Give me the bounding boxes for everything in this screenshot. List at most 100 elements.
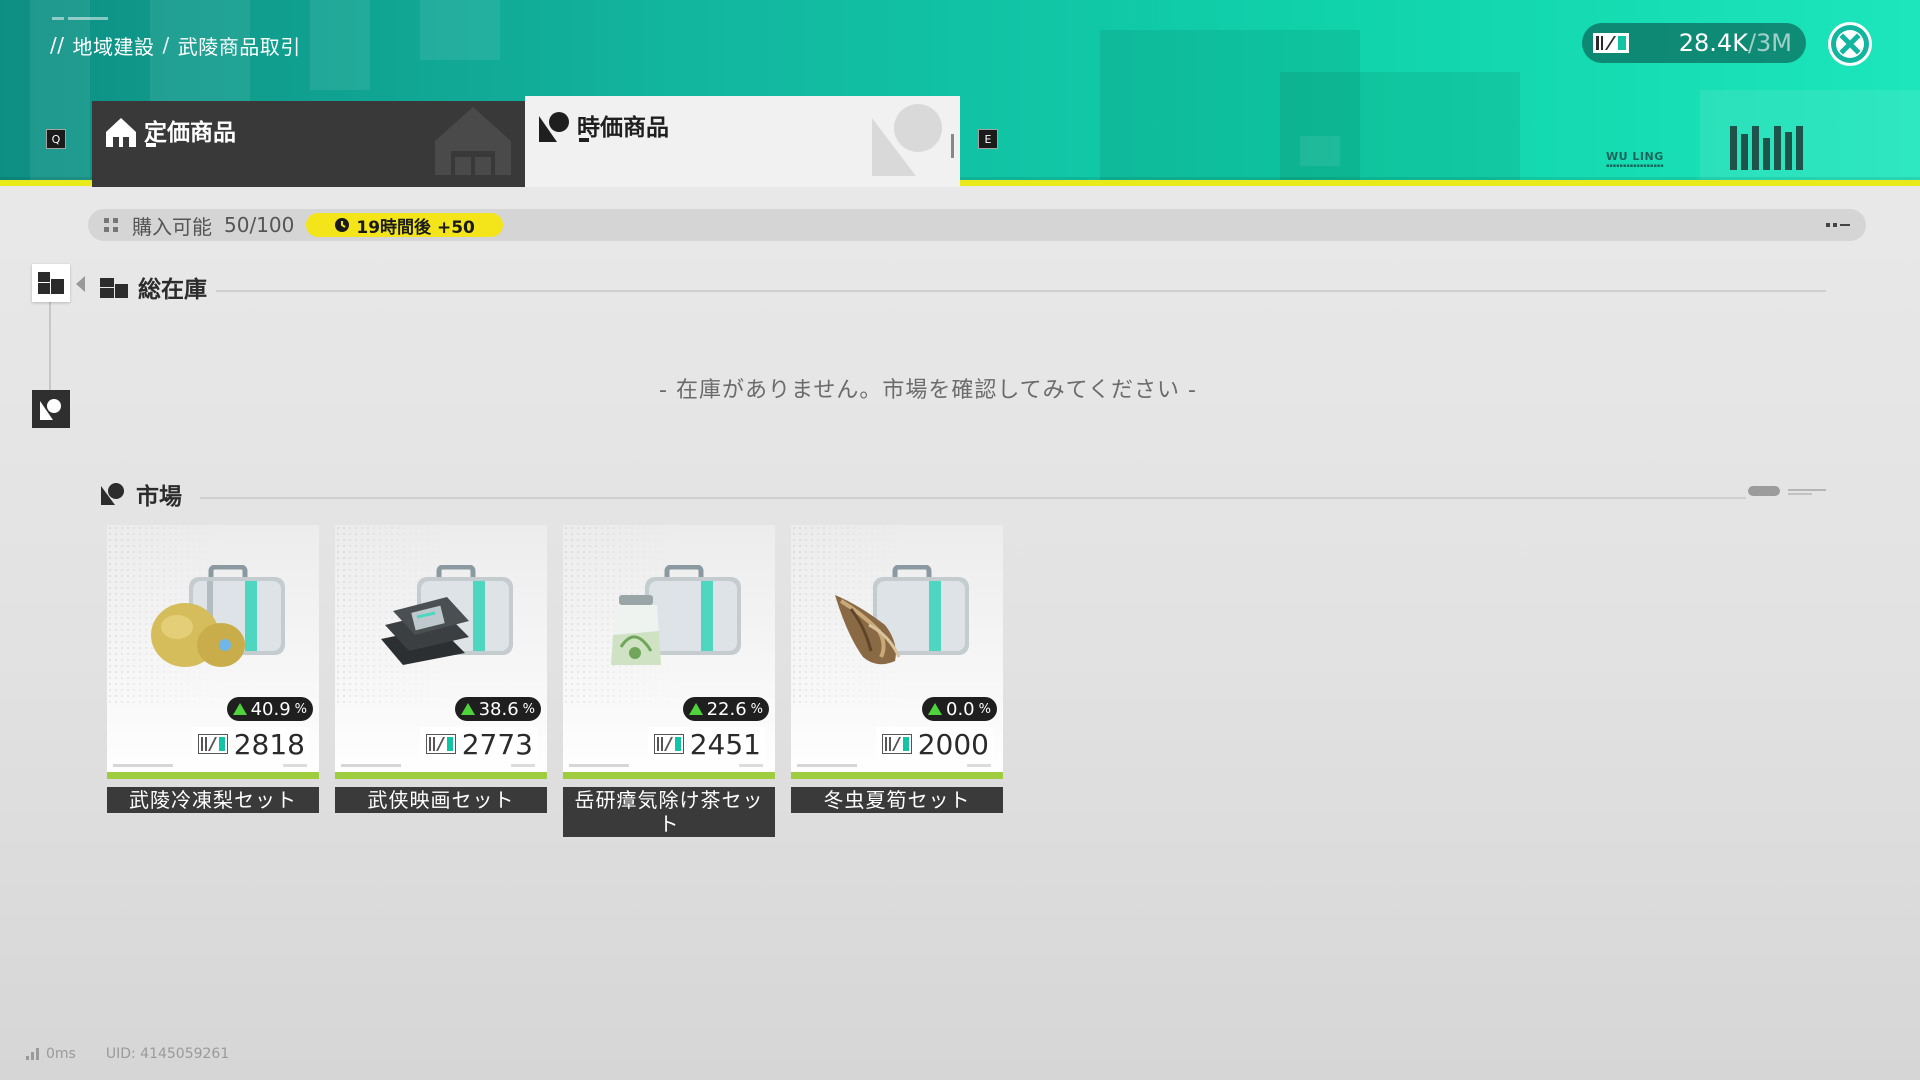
banner-deco: [1280, 72, 1520, 186]
trend-percent: %: [750, 701, 763, 717]
market-title: 市場: [136, 484, 182, 510]
game-logo-mini: [52, 14, 122, 26]
trend-up-icon: [688, 703, 703, 715]
breadcrumb: // 地域建設 / 武陵商品取引: [50, 30, 301, 60]
market-item-card[interactable]: 38.6% 2773: [335, 525, 547, 779]
film-case-icon: [381, 565, 513, 665]
trend-value: 0.0: [946, 698, 975, 720]
pear-case-icon: [151, 565, 285, 667]
trend-percent: %: [978, 701, 991, 717]
card-fine-print: [511, 764, 535, 767]
market-item-card[interactable]: 40.9% 2818: [107, 525, 319, 779]
ticket-icon: [1593, 33, 1629, 53]
restock-timer-badge: 19時間後 +50: [306, 213, 503, 238]
market-item-card[interactable]: 0.0% 2000: [791, 525, 1003, 779]
card-fine-print: [113, 764, 173, 767]
banner-deco: [1300, 136, 1340, 166]
item-name[interactable]: 武陵冷凍梨セット: [107, 787, 319, 813]
currency-amount: 28.4K: [1678, 29, 1748, 57]
price-display: 2000: [875, 727, 993, 761]
tab-market-label: 時価商品: [577, 115, 669, 141]
currency-max: /3M: [1747, 29, 1792, 57]
price-display: 2451: [647, 727, 765, 761]
trend-value: 22.6: [706, 698, 747, 720]
bamboo-case-icon: [835, 565, 969, 665]
close-button[interactable]: [1828, 22, 1872, 66]
side-nav-arrow-icon: [76, 276, 85, 292]
restock-timer-text: 19時間後 +50: [356, 217, 475, 238]
trend-percent: %: [294, 701, 307, 717]
card-rarity-bar: [107, 772, 319, 779]
market-deco-icon: [1748, 486, 1826, 496]
brand-mark: WU LING ▪▪▪▪▪▪▪▪▪▪▪▪▪▪▪▪▪: [1606, 150, 1664, 169]
breadcrumb-separator: /: [162, 33, 170, 57]
footer-status: 0ms UID: 4145059261: [26, 1046, 229, 1062]
trend-up-icon: [232, 703, 247, 715]
item-name[interactable]: 武侠映画セット: [335, 787, 547, 813]
inventory-section-header: 総在庫: [100, 270, 207, 304]
clock-icon: [335, 218, 350, 232]
ping-value: 0ms: [46, 1046, 76, 1062]
tab-market-bar: [951, 134, 954, 158]
price-trend-badge: 38.6%: [454, 697, 541, 721]
close-icon: [1831, 25, 1869, 63]
brand-text: WU LING: [1606, 150, 1664, 163]
card-fine-print: [283, 764, 307, 767]
card-fine-print: [569, 764, 629, 767]
card-fine-print: [341, 764, 401, 767]
market-item-card[interactable]: 22.6% 2451: [563, 525, 775, 779]
purchase-label: 購入可能: [132, 214, 212, 239]
card-rarity-bar: [335, 772, 547, 779]
user-uid: UID: 4145059261: [105, 1046, 230, 1062]
price-display: 2818: [191, 727, 309, 761]
card-rarity-bar: [791, 772, 1003, 779]
inventory-empty-message: - 在庫がありません。市場を確認してみてください -: [659, 378, 1197, 403]
trend-up-icon: [460, 703, 475, 715]
brand-bars-icon: [1730, 126, 1803, 170]
card-fine-print: [967, 764, 991, 767]
banner-deco: [420, 0, 500, 60]
item-price: 2818: [233, 727, 305, 761]
house-watermark-icon: [435, 107, 511, 175]
market-section-header: 市場: [100, 477, 182, 511]
item-name[interactable]: 冬虫夏筍セット: [791, 787, 1003, 813]
item-price: 2773: [461, 727, 533, 761]
currency-display[interactable]: 28.4K/3M: [1582, 23, 1806, 63]
item-price: 2451: [689, 727, 761, 761]
market-icon: [539, 112, 569, 142]
side-nav-inventory[interactable]: [32, 264, 70, 302]
market-icon: [101, 483, 124, 505]
tab-fixed-price-goods[interactable]: 定価商品: [92, 101, 525, 187]
banner-deco: [30, 0, 90, 180]
trend-up-icon: [928, 703, 942, 715]
grid-icon: [104, 218, 118, 232]
more-icon[interactable]: [1826, 222, 1850, 228]
trend-value: 38.6: [478, 698, 519, 720]
tab-market-dash: [579, 138, 589, 142]
price-trend-badge: 0.0%: [922, 697, 997, 721]
market-watermark-icon: [872, 104, 942, 176]
card-fine-print: [739, 764, 763, 767]
inventory-title: 総在庫: [138, 277, 207, 303]
house-icon: [106, 118, 136, 147]
card-fine-print: [797, 764, 857, 767]
tea-case-icon: [611, 565, 741, 665]
trend-percent: %: [522, 701, 535, 717]
breadcrumb-page: 武陵商品取引: [177, 34, 301, 59]
item-price: 2000: [917, 727, 989, 761]
ticket-icon: [653, 734, 684, 754]
price-trend-badge: 40.9%: [226, 697, 313, 721]
inventory-icon: [38, 272, 64, 294]
market-divider: [200, 497, 1746, 499]
signal-icon: [26, 1048, 39, 1060]
inventory-icon: [100, 278, 128, 298]
breadcrumb-region[interactable]: 地域建設: [72, 31, 154, 60]
card-rarity-bar: [563, 772, 775, 779]
item-name[interactable]: 岳研瘴気除け茶セット: [563, 787, 775, 837]
trend-value: 40.9: [250, 698, 291, 720]
tab-market-price-goods[interactable]: 時価商品: [525, 96, 960, 187]
ticket-icon: [197, 734, 228, 754]
banner-deco: [310, 0, 370, 90]
inventory-divider: [216, 290, 1826, 292]
breadcrumb-prefix: //: [50, 33, 65, 57]
